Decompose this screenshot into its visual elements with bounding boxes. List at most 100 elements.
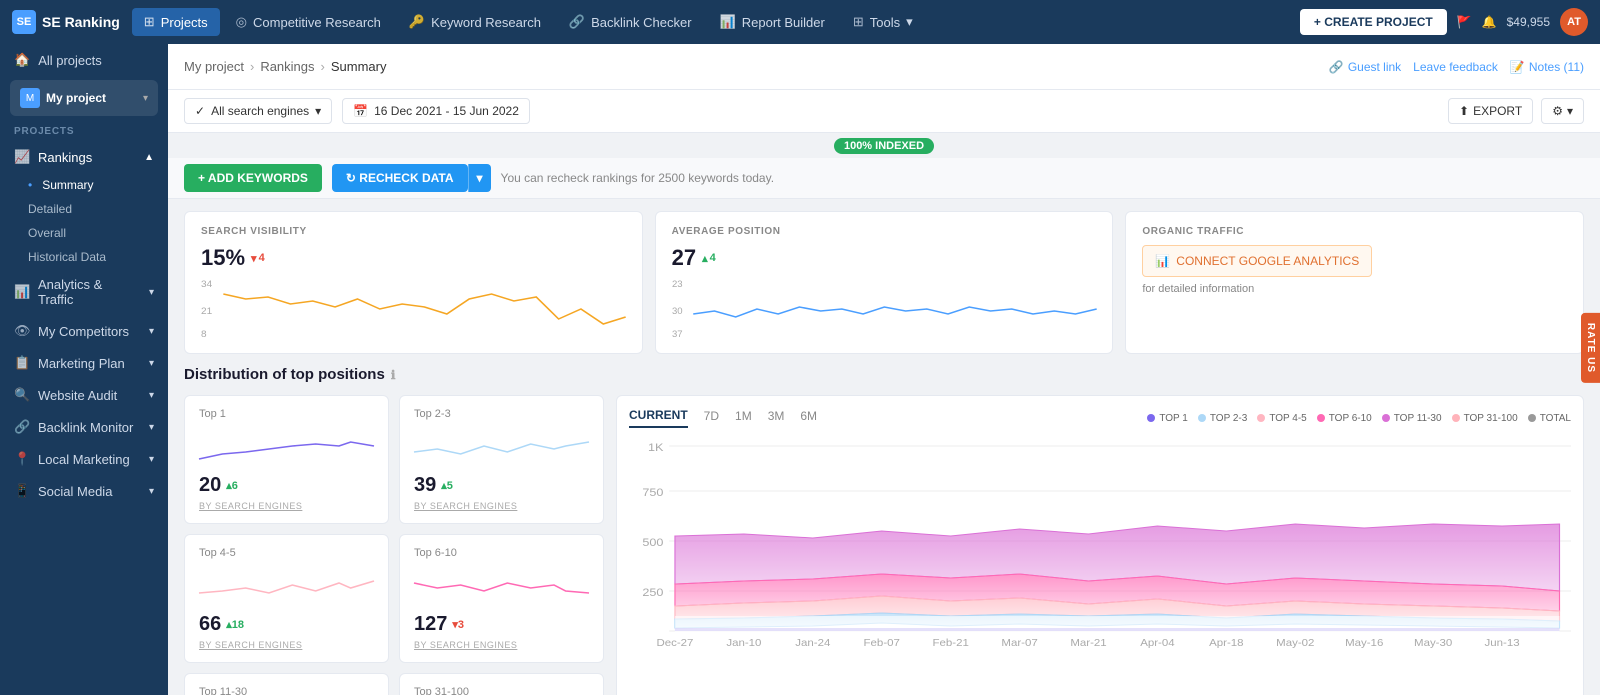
- settings-icon: ⚙: [1552, 104, 1563, 118]
- chart-tab-3m[interactable]: 3M: [768, 409, 785, 427]
- dist-card-top1130: Top 11-30 115 ▴8 BY SEARCH ENGINES: [184, 673, 389, 695]
- project-selector-chevron: ▾: [143, 93, 148, 104]
- projects-icon: ⊞: [144, 14, 155, 30]
- svg-text:Jun-13: Jun-13: [1485, 638, 1520, 649]
- dist-top45-label: Top 4-5: [199, 547, 374, 559]
- dist-top23-by[interactable]: BY SEARCH ENGINES: [414, 501, 589, 511]
- legend-top31100: TOP 31-100: [1452, 413, 1518, 424]
- search-visibility-value: 15% ▾4: [201, 245, 626, 271]
- average-position-delta: ▴4: [702, 252, 716, 265]
- date-range-filter[interactable]: 📅 16 Dec 2021 - 15 Jun 2022: [342, 98, 530, 124]
- legend-dot-top45: [1257, 414, 1265, 422]
- sidebar-sub-detailed[interactable]: Detailed: [0, 197, 168, 221]
- nav-competitive-research[interactable]: ◎ Competitive Research: [224, 8, 393, 36]
- nav-keyword-research[interactable]: 🔑 Keyword Research: [397, 8, 553, 36]
- action-bar: + ADD KEYWORDS ↻ RECHECK DATA ▾ You can …: [168, 158, 1600, 199]
- sidebar-sub-summary[interactable]: Summary: [0, 173, 168, 197]
- legend-total: TOTAL: [1528, 413, 1571, 424]
- chart-tab-current[interactable]: CURRENT: [629, 408, 688, 428]
- svg-text:37: 37: [672, 329, 683, 339]
- dist-top610-by[interactable]: BY SEARCH ENGINES: [414, 640, 589, 650]
- dist-top1-label: Top 1: [199, 408, 374, 420]
- sidebar-item-social-media[interactable]: 📱 Social Media ▾: [0, 475, 168, 507]
- svg-text:Mar-07: Mar-07: [1001, 638, 1037, 649]
- backlink-monitor-chevron-icon: ▾: [149, 422, 154, 433]
- project-selector[interactable]: M My project ▾: [10, 80, 158, 116]
- recheck-data-button[interactable]: ↻ RECHECK DATA: [332, 164, 468, 192]
- sidebar: 🏠 All projects M My project ▾ PROJECTS 📈…: [0, 44, 168, 695]
- create-project-button[interactable]: + CREATE PROJECT: [1300, 9, 1447, 35]
- chart-tab-6m[interactable]: 6M: [800, 409, 817, 427]
- rate-us-tab[interactable]: RATE US: [1581, 312, 1600, 382]
- organic-traffic-card: ORGANIC TRAFFIC 📊 CONNECT GOOGLE ANALYTI…: [1125, 211, 1584, 354]
- indexed-bar: 100% INDEXED: [168, 133, 1600, 158]
- organic-traffic-subtitle: for detailed information: [1142, 283, 1567, 295]
- leave-feedback-button[interactable]: Leave feedback: [1413, 60, 1498, 74]
- organic-traffic-title: ORGANIC TRAFFIC: [1142, 226, 1567, 237]
- dist-top1-by[interactable]: BY SEARCH ENGINES: [199, 501, 374, 511]
- svg-text:21: 21: [201, 306, 212, 316]
- chart-legend: TOP 1 TOP 2-3 TOP 4-5: [1147, 413, 1571, 424]
- stacked-chart-card: CURRENT 7D 1M 3M 6M TOP 1 TO: [616, 395, 1584, 695]
- nav-backlink-checker[interactable]: 🔗 Backlink Checker: [557, 8, 704, 36]
- social-media-chevron-icon: ▾: [149, 486, 154, 497]
- dist-card-top45: Top 4-5 66 ▴18 BY SEARCH ENGINES: [184, 534, 389, 663]
- dist-top23-delta: ▴5: [441, 479, 453, 492]
- analytics-chevron-icon: ▾: [149, 287, 154, 298]
- search-engine-filter[interactable]: ✓ All search engines ▾: [184, 98, 332, 124]
- dist-top1-chart: [199, 424, 374, 474]
- breadcrumb-rankings[interactable]: Rankings: [260, 59, 314, 74]
- breadcrumb-sep1: ›: [250, 59, 254, 74]
- nav-projects[interactable]: ⊞ Projects: [132, 8, 220, 36]
- competitors-icon: 👁: [14, 323, 30, 339]
- distribution-content: Top 1 20 ▴6 BY SEARCH ENGINES: [184, 395, 1584, 695]
- sidebar-item-local-marketing[interactable]: 📍 Local Marketing ▾: [0, 443, 168, 475]
- sidebar-sub-historical[interactable]: Historical Data: [0, 245, 168, 269]
- metrics-row: SEARCH VISIBILITY 15% ▾4 34 21 8 AVERAGE…: [168, 199, 1600, 366]
- connect-google-analytics-button[interactable]: 📊 CONNECT GOOGLE ANALYTICS: [1142, 245, 1372, 277]
- dist-top23-value: 39 ▴5: [414, 474, 589, 497]
- local-marketing-chevron-icon: ▾: [149, 454, 154, 465]
- flag-icon[interactable]: 🚩: [1457, 15, 1472, 29]
- dist-card-top31100: Top 31-100 63 ▾4 BY SEARCH ENGINES: [399, 673, 604, 695]
- recheck-data-dropdown[interactable]: ▾: [468, 164, 491, 192]
- sidebar-item-website-audit[interactable]: 🔍 Website Audit ▾: [0, 379, 168, 411]
- bell-icon[interactable]: 🔔: [1482, 15, 1497, 29]
- user-avatar[interactable]: AT: [1560, 8, 1588, 36]
- average-position-chart: 23 30 37: [672, 279, 1097, 339]
- sidebar-all-projects[interactable]: 🏠 All projects: [0, 44, 168, 76]
- nav-report-builder[interactable]: 📊 Report Builder: [708, 8, 837, 36]
- nav-tools[interactable]: ⊞ Tools ▾: [841, 8, 925, 36]
- indexed-badge: 100% INDEXED: [834, 138, 934, 154]
- sidebar-sub-overall[interactable]: Overall: [0, 221, 168, 245]
- export-button[interactable]: ⬆ EXPORT: [1448, 98, 1533, 124]
- sidebar-item-competitors[interactable]: 👁 My Competitors ▾: [0, 315, 168, 347]
- dist-card-top1: Top 1 20 ▴6 BY SEARCH ENGINES: [184, 395, 389, 524]
- sidebar-item-rankings[interactable]: 📈 Rankings ▲: [0, 141, 168, 173]
- competitors-chevron-icon: ▾: [149, 326, 154, 337]
- guest-link-button[interactable]: 🔗 Guest link: [1329, 60, 1401, 74]
- tools-chevron-icon: ▾: [906, 14, 913, 30]
- sidebar-item-analytics[interactable]: 📊 Analytics & Traffic ▾: [0, 269, 168, 315]
- rankings-icon: 📈: [14, 149, 30, 165]
- add-keywords-button[interactable]: + ADD KEYWORDS: [184, 164, 322, 192]
- nav-right-section: + CREATE PROJECT 🚩 🔔 $49,955 AT: [1300, 8, 1588, 36]
- svg-text:Mar-21: Mar-21: [1070, 638, 1106, 649]
- legend-top1130: TOP 11-30: [1382, 413, 1442, 424]
- notes-button[interactable]: 📝 Notes (11): [1510, 60, 1584, 74]
- chart-tab-7d[interactable]: 7D: [704, 409, 719, 427]
- breadcrumb-project[interactable]: My project: [184, 59, 244, 74]
- search-visibility-delta: ▾4: [251, 252, 265, 265]
- sidebar-item-marketing-plan[interactable]: 📋 Marketing Plan ▾: [0, 347, 168, 379]
- svg-text:750: 750: [642, 486, 664, 499]
- sidebar-item-backlink-monitor[interactable]: 🔗 Backlink Monitor ▾: [0, 411, 168, 443]
- chart-tab-1m[interactable]: 1M: [735, 409, 752, 427]
- dist-top45-by[interactable]: BY SEARCH ENGINES: [199, 640, 374, 650]
- info-icon: ℹ: [391, 368, 396, 382]
- svg-text:500: 500: [642, 536, 664, 549]
- legend-top23: TOP 2-3: [1198, 413, 1247, 424]
- settings-button[interactable]: ⚙ ▾: [1541, 98, 1584, 124]
- projects-section-label: PROJECTS: [0, 120, 168, 141]
- svg-text:250: 250: [642, 586, 664, 599]
- top-navigation: SE SE Ranking ⊞ Projects ◎ Competitive R…: [0, 0, 1600, 44]
